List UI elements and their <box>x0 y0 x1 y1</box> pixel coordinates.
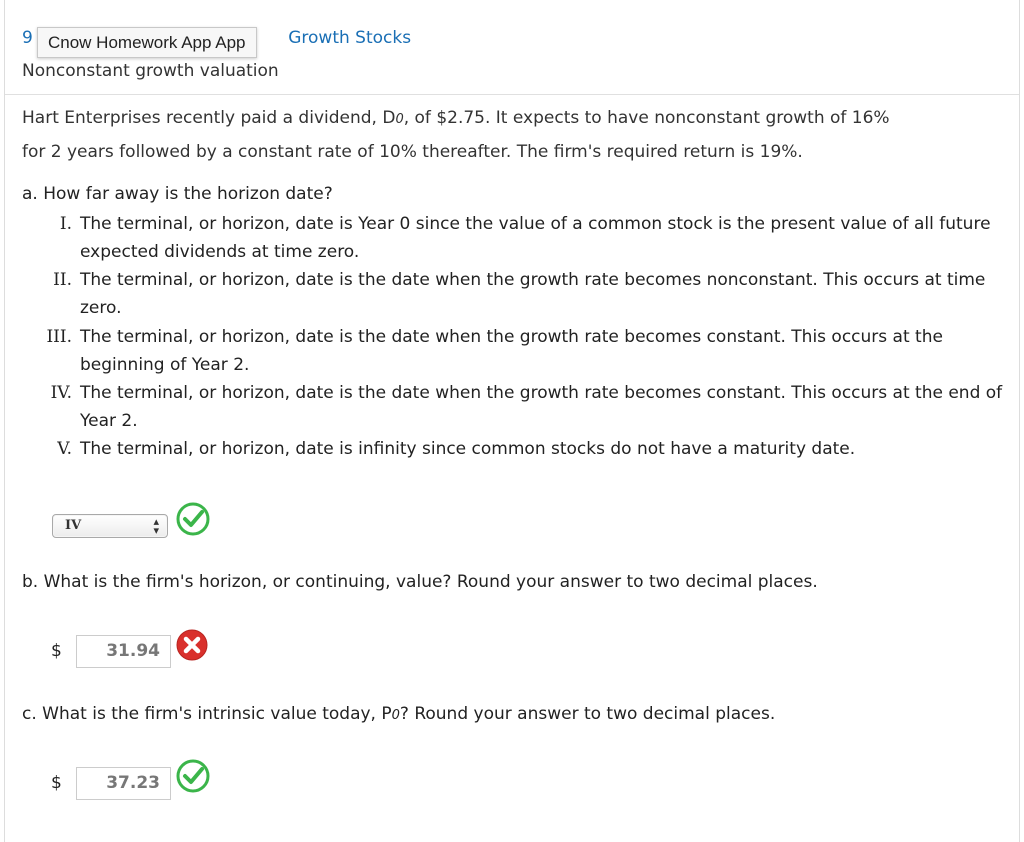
intro-text: for 2 years followed by a constant rate … <box>22 142 803 162</box>
option-numeral: I. <box>59 214 72 234</box>
currency-symbol: $ <box>51 773 62 793</box>
option-text: The terminal, or horizon, date is infini… <box>80 439 856 459</box>
question-number: 9 <box>22 28 33 48</box>
answer-b-field[interactable]: 31.94 <box>76 635 171 668</box>
question-c-text: ? Round your answer to two decimal place… <box>399 704 776 724</box>
intro-text: Hart Enterprises recently paid a dividen… <box>22 108 396 128</box>
option-numeral: V. <box>57 439 72 459</box>
question-c-label: c. What is the firm's intrinsic value to… <box>22 704 775 724</box>
subscript: 0 <box>391 708 400 723</box>
option-text: The terminal, or horizon, date is Year 0… <box>80 214 991 262</box>
select-arrows-icon: ▴ ▾ <box>153 515 159 537</box>
question-b-label: b. What is the firm's horizon, or contin… <box>22 572 818 592</box>
question-a-label: a. How far away is the horizon date? <box>22 184 333 204</box>
correct-check-icon <box>176 502 210 536</box>
option-i: I. The terminal, or horizon, date is Yea… <box>22 210 1012 266</box>
question-c-text: c. What is the firm's intrinsic value to… <box>22 704 392 724</box>
option-text: The terminal, or horizon, date is the da… <box>80 270 986 318</box>
divider <box>5 94 1019 95</box>
subscript: 0 <box>395 112 404 127</box>
option-text: The terminal, or horizon, date is the da… <box>80 383 1003 431</box>
option-v: V. The terminal, or horizon, date is inf… <box>22 435 1012 463</box>
option-iii: III. The terminal, or horizon, date is t… <box>22 323 1012 379</box>
option-numeral: III. <box>46 327 72 347</box>
currency-symbol: $ <box>51 641 62 661</box>
correct-check-icon <box>176 759 210 793</box>
intro-text: , of $2.75. It expects to have nonconsta… <box>403 108 890 128</box>
page-title: Nonconstant growth valuation <box>22 61 279 81</box>
section-title: Growth Stocks <box>288 28 412 48</box>
answer-a-select[interactable]: IV ▴ ▾ <box>52 514 168 538</box>
answer-c-field[interactable]: 37.23 <box>76 767 171 800</box>
problem-statement: Hart Enterprises recently paid a dividen… <box>22 102 1007 169</box>
option-text: The terminal, or horizon, date is the da… <box>80 327 943 375</box>
tooltip: Cnow Homework App App <box>37 27 257 58</box>
selected-value: IV <box>65 518 82 533</box>
option-ii: II. The terminal, or horizon, date is th… <box>22 266 1012 322</box>
option-iv: IV. The terminal, or horizon, date is th… <box>22 379 1012 435</box>
incorrect-x-icon <box>176 629 208 661</box>
option-numeral: IV. <box>50 383 72 403</box>
option-numeral: II. <box>53 270 72 290</box>
